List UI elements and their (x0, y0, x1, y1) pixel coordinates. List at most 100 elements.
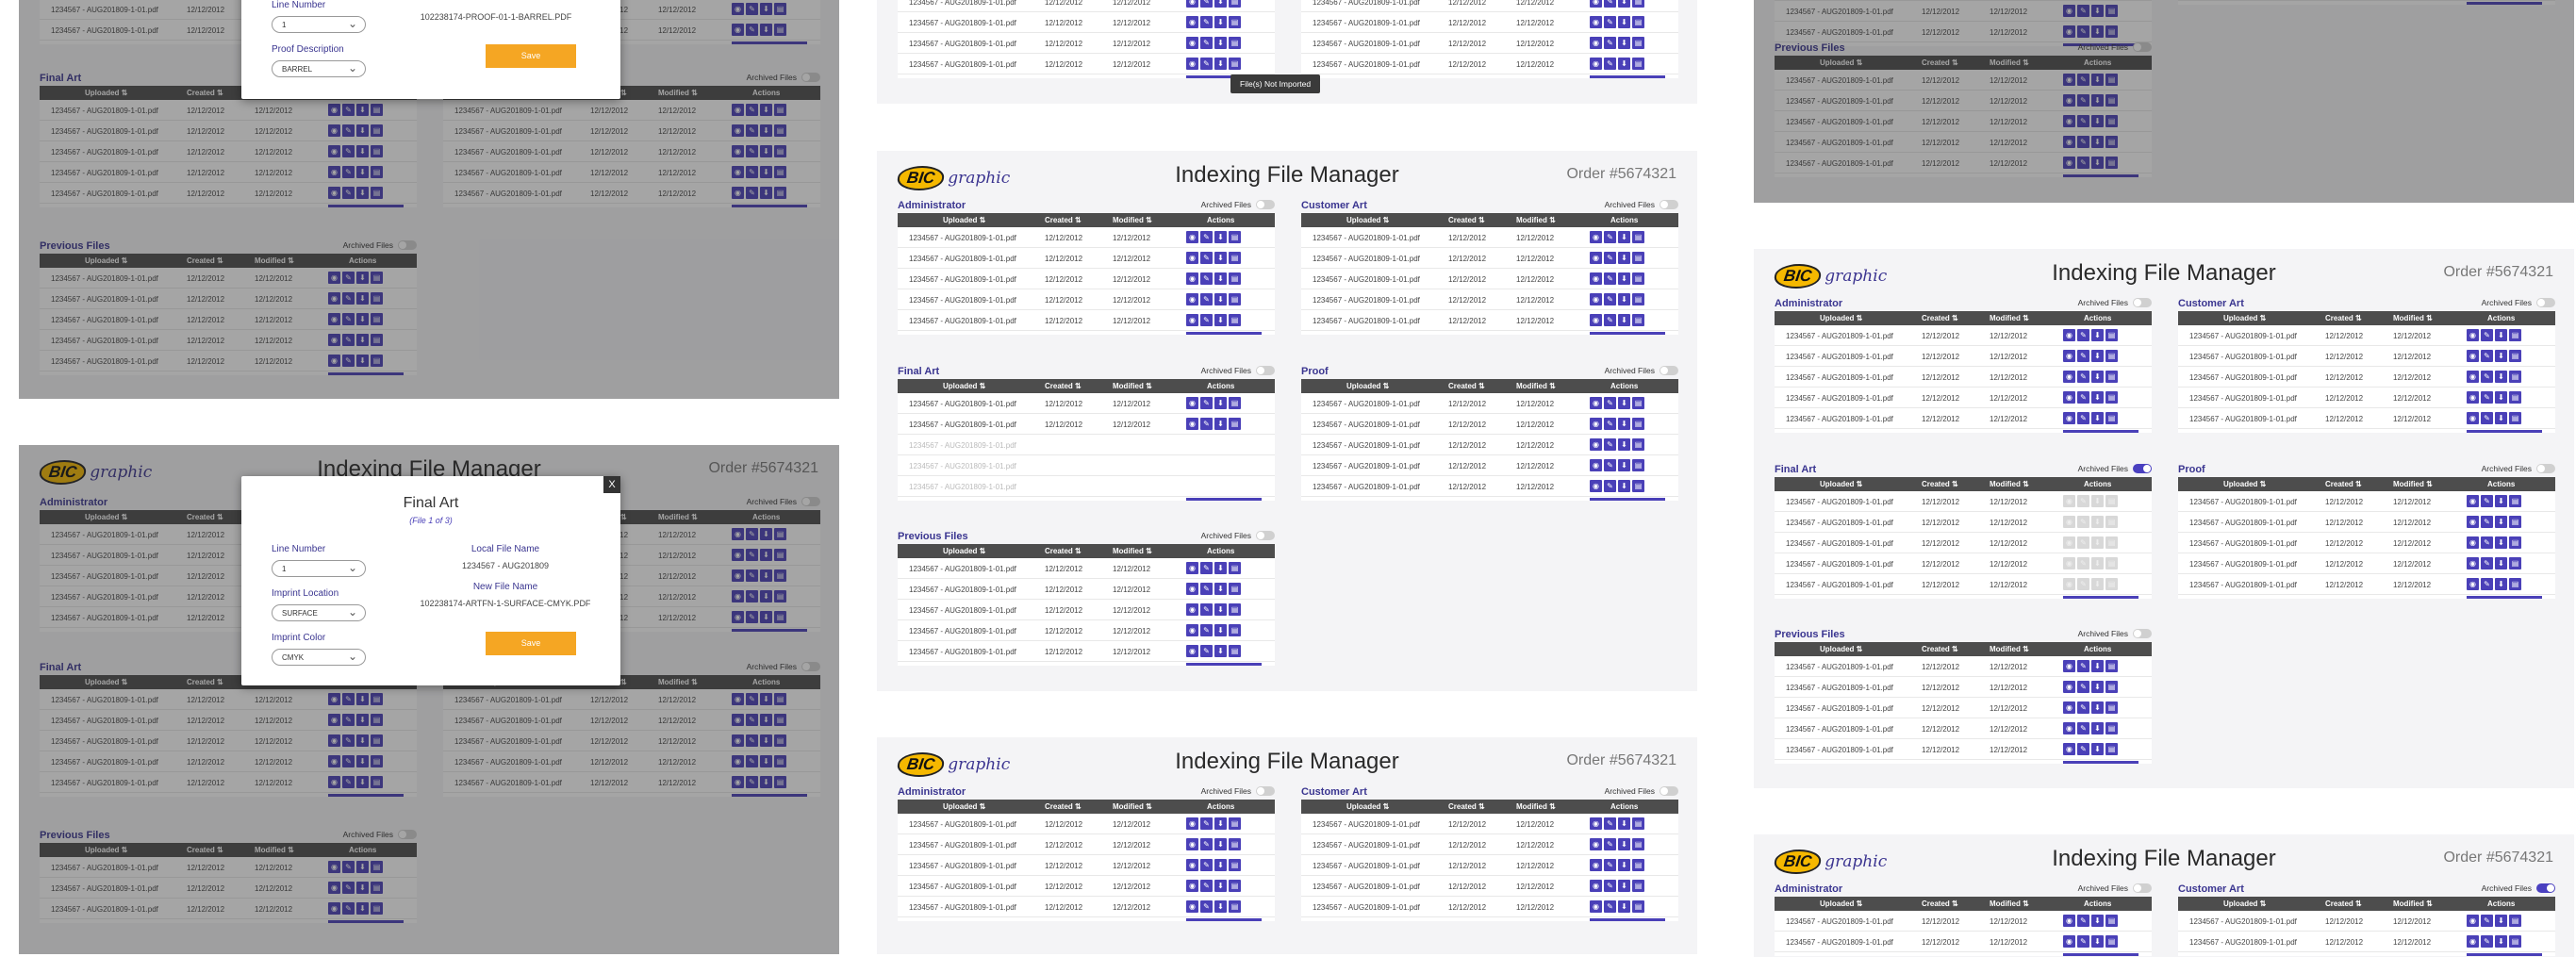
pencil-icon[interactable]: ✎ (1200, 859, 1213, 871)
column-header[interactable]: Actions (2487, 480, 2515, 488)
scroll-indicator[interactable] (732, 794, 807, 797)
trash-icon[interactable]: ▤ (1229, 583, 1241, 595)
scroll-indicator[interactable] (2063, 174, 2138, 177)
column-header[interactable]: Actions (349, 846, 376, 854)
trash-icon[interactable]: ▤ (1632, 838, 1644, 850)
download-icon[interactable]: ⬇ (1214, 817, 1227, 830)
eye-icon[interactable]: ◉ (1590, 58, 1602, 70)
eye-icon[interactable]: ◉ (1186, 252, 1198, 264)
pencil-icon[interactable]: ✎ (342, 734, 355, 747)
eye-icon[interactable]: ◉ (1590, 880, 1602, 892)
column-header[interactable]: Modified ⇅ (2393, 899, 2433, 908)
eye-icon[interactable]: ◉ (328, 187, 340, 199)
trash-icon[interactable]: ▤ (774, 3, 786, 15)
toggle-switch[interactable] (1660, 200, 1678, 209)
trash-icon[interactable]: ▤ (2105, 915, 2118, 927)
column-header[interactable]: Modified ⇅ (1516, 802, 1556, 811)
pencil-icon[interactable]: ✎ (2077, 701, 2089, 714)
pencil-icon[interactable]: ✎ (1200, 562, 1213, 574)
column-header[interactable]: Uploaded ⇅ (1820, 314, 1862, 322)
toggle-switch[interactable] (801, 662, 820, 671)
scroll-indicator[interactable] (328, 794, 404, 797)
download-icon[interactable]: ⬇ (1214, 880, 1227, 892)
download-icon[interactable]: ⬇ (1618, 900, 1630, 913)
download-icon[interactable]: ⬇ (2495, 350, 2507, 362)
column-header[interactable]: Uploaded ⇅ (1820, 899, 1862, 908)
eye-icon[interactable]: ◉ (328, 776, 340, 788)
scroll-indicator[interactable] (1186, 918, 1262, 921)
eye-icon[interactable]: ◉ (1590, 418, 1602, 430)
trash-icon[interactable]: ▤ (2105, 516, 2118, 528)
column-header[interactable]: Actions (2084, 58, 2111, 67)
trash-icon[interactable]: ▤ (2105, 329, 2118, 341)
scroll-indicator[interactable] (732, 205, 807, 207)
eye-icon[interactable]: ◉ (2467, 578, 2479, 590)
pencil-icon[interactable]: ✎ (1200, 418, 1213, 430)
eye-icon[interactable]: ◉ (2063, 516, 2075, 528)
download-icon[interactable]: ⬇ (2495, 935, 2507, 948)
pencil-icon[interactable]: ✎ (342, 776, 355, 788)
eye-icon[interactable]: ◉ (1590, 817, 1602, 830)
archived-files-toggle[interactable]: Archived Files (2078, 42, 2152, 52)
pencil-icon[interactable]: ✎ (2481, 350, 2493, 362)
download-icon[interactable]: ⬇ (356, 693, 369, 705)
eye-icon[interactable]: ◉ (328, 334, 340, 346)
toggle-switch[interactable] (1256, 366, 1275, 375)
column-header[interactable]: Uploaded ⇅ (85, 256, 127, 265)
download-icon[interactable]: ⬇ (356, 902, 369, 915)
download-icon[interactable]: ⬇ (356, 313, 369, 325)
pencil-icon[interactable]: ✎ (2077, 74, 2089, 86)
archived-files-toggle[interactable]: Archived Files (2078, 629, 2152, 638)
trash-icon[interactable]: ▤ (2105, 136, 2118, 148)
trash-icon[interactable]: ▤ (1632, 231, 1644, 243)
trash-icon[interactable]: ▤ (2105, 157, 2118, 169)
trash-icon[interactable]: ▤ (371, 104, 383, 116)
scroll-indicator[interactable] (732, 629, 807, 632)
eye-icon[interactable]: ◉ (1186, 397, 1198, 409)
column-header[interactable]: Actions (2084, 314, 2111, 322)
download-icon[interactable]: ⬇ (1214, 645, 1227, 657)
column-header[interactable]: Modified ⇅ (1990, 899, 2029, 908)
trash-icon[interactable]: ▤ (2105, 5, 2118, 17)
column-header[interactable]: Modified ⇅ (1990, 645, 2029, 653)
column-header[interactable]: Modified ⇅ (255, 846, 294, 854)
archived-files-toggle[interactable]: Archived Files (2482, 298, 2555, 307)
column-header[interactable]: Uploaded ⇅ (2223, 480, 2266, 488)
imprint_loc-select[interactable]: SURFACE (272, 604, 366, 621)
column-header[interactable]: Modified ⇅ (1113, 382, 1152, 390)
eye-icon[interactable]: ◉ (732, 24, 744, 36)
pencil-icon[interactable]: ✎ (1200, 838, 1213, 850)
pencil-icon[interactable]: ✎ (1604, 397, 1616, 409)
pencil-icon[interactable]: ✎ (1604, 252, 1616, 264)
pencil-icon[interactable]: ✎ (746, 104, 758, 116)
download-icon[interactable]: ⬇ (356, 272, 369, 284)
eye-icon[interactable]: ◉ (732, 124, 744, 137)
column-header[interactable]: Created ⇅ (187, 89, 223, 97)
download-icon[interactable]: ⬇ (1618, 838, 1630, 850)
trash-icon[interactable]: ▤ (1632, 272, 1644, 285)
column-header[interactable]: Created ⇅ (1045, 382, 1082, 390)
column-header[interactable]: Uploaded ⇅ (943, 802, 985, 811)
download-icon[interactable]: ⬇ (1214, 231, 1227, 243)
column-header[interactable]: Actions (1610, 216, 1638, 224)
download-icon[interactable]: ⬇ (2091, 660, 2104, 672)
download-icon[interactable]: ⬇ (356, 355, 369, 367)
eye-icon[interactable]: ◉ (2063, 701, 2075, 714)
eye-icon[interactable]: ◉ (1590, 293, 1602, 305)
eye-icon[interactable]: ◉ (2063, 350, 2075, 362)
download-icon[interactable]: ⬇ (1214, 603, 1227, 616)
close-icon[interactable]: X (603, 476, 620, 493)
trash-icon[interactable]: ▤ (2509, 329, 2521, 341)
eye-icon[interactable]: ◉ (2063, 329, 2075, 341)
pencil-icon[interactable]: ✎ (2077, 557, 2089, 569)
eye-icon[interactable]: ◉ (2467, 915, 2479, 927)
eye-icon[interactable]: ◉ (2467, 371, 2479, 383)
pencil-icon[interactable]: ✎ (342, 292, 355, 305)
eye-icon[interactable]: ◉ (1590, 397, 1602, 409)
archived-files-toggle[interactable]: Archived Files (1201, 531, 1275, 540)
eye-icon[interactable]: ◉ (732, 734, 744, 747)
column-header[interactable]: Uploaded ⇅ (1820, 58, 1862, 67)
download-icon[interactable]: ⬇ (760, 104, 772, 116)
pencil-icon[interactable]: ✎ (1200, 37, 1213, 49)
column-header[interactable]: Uploaded ⇅ (943, 216, 985, 224)
